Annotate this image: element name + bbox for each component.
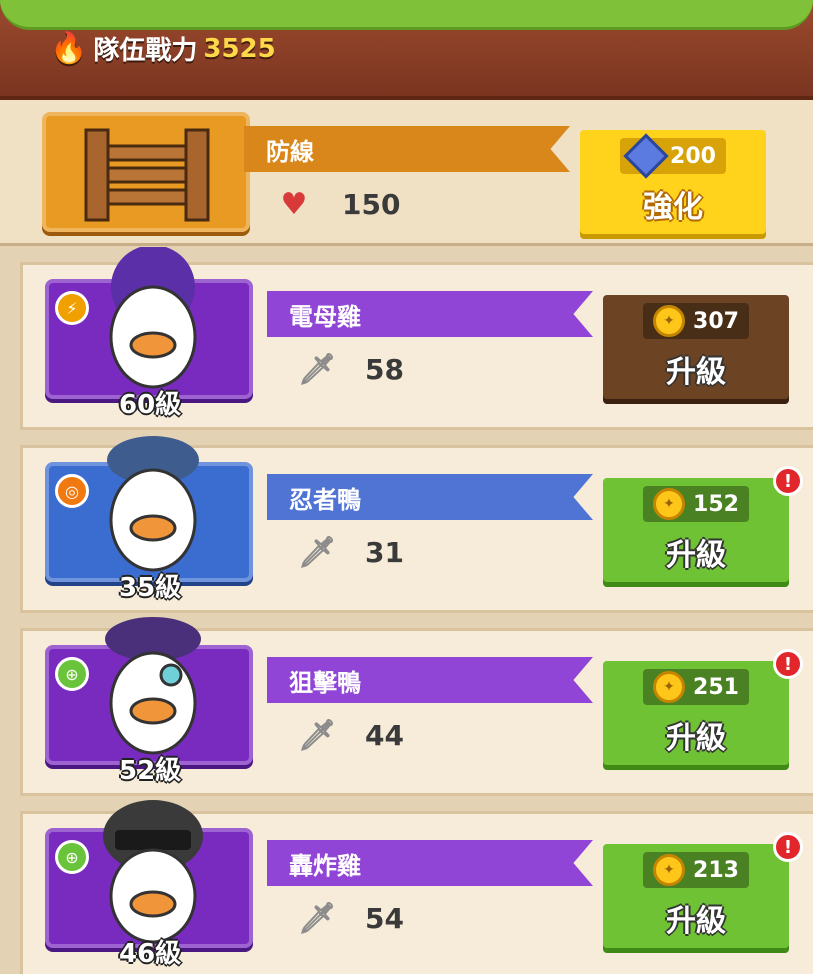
unit-attack-value: 31 <box>365 535 404 569</box>
unit-name-ribbon: 狙擊鴨 <box>267 657 593 703</box>
strengthen-label: 強化 <box>643 190 703 225</box>
upgrade-label: 升級 <box>666 355 726 390</box>
upgrade-cost-value: 307 <box>693 308 739 334</box>
unit-card-electric-hen: ⚡ 60級 電母雞 🗡 58 ✦ 307 升級 <box>20 247 813 430</box>
unit-name: 忍者鴨 <box>289 486 361 514</box>
unit-level: 46級 <box>119 939 182 969</box>
team-power-label: 隊伍戰力 <box>93 36 198 66</box>
unit-portrait[interactable]: ⚡ 60級 <box>45 247 253 420</box>
unit-card-ninja-duck: ◎ 35級 忍者鴨 🗡 31 ! ✦ 152 升級 <box>20 436 813 613</box>
unit-name: 轟炸雞 <box>289 852 361 880</box>
unit-stat: 🗡 44 <box>297 717 404 753</box>
sword-icon: 🗡 <box>297 717 337 753</box>
upgrade-button[interactable]: ! ✦ 251 升級 <box>603 649 803 765</box>
unit-portrait[interactable]: ⊕ 46級 <box>45 800 253 969</box>
strengthen-cost-value: 200 <box>670 143 716 169</box>
bomber-hen-avatar <box>103 800 203 944</box>
unit-level: 60級 <box>119 390 182 420</box>
upgrade-label: 升級 <box>666 721 726 756</box>
vortex-badge-icon: ◎ <box>55 474 89 508</box>
alert-icon: ! <box>773 466 803 496</box>
unit-attack-value: 54 <box>365 901 404 935</box>
coin-icon: ✦ <box>653 671 686 703</box>
unit-stat: 🗡 58 <box>297 351 404 387</box>
unit-list[interactable]: 防線 ♥ 150 200 強化 ⚡ 60級 電母雞 🗡 58 ✦ 307 升級 … <box>0 100 813 974</box>
sniper-duck-avatar <box>105 617 201 755</box>
unit-portrait[interactable]: ◎ 35級 <box>45 436 253 603</box>
ninja-duck-avatar <box>107 436 199 572</box>
grass-border <box>0 0 813 30</box>
upgrade-cost: ✦ 152 <box>643 486 749 522</box>
unit-name-ribbon: 電母雞 <box>267 291 593 337</box>
upgrade-button[interactable]: ! ✦ 213 升級 <box>603 832 803 948</box>
strengthen-cost: 200 <box>620 133 726 179</box>
sword-icon: 🗡 <box>297 351 337 387</box>
gem-icon <box>623 133 669 179</box>
electric-hen-avatar <box>109 247 197 389</box>
fence-hp-value: 150 <box>342 187 401 221</box>
fence-row: 防線 ♥ 150 200 強化 <box>0 100 813 246</box>
fence-name-ribbon: 防線 <box>244 126 570 172</box>
lightning-badge-icon: ⚡ <box>55 291 89 325</box>
crosshair-badge-icon: ⊕ <box>55 840 89 874</box>
crosshair-badge-icon: ⊕ <box>55 657 89 691</box>
unit-attack-value: 58 <box>365 352 404 386</box>
alert-icon: ! <box>773 832 803 862</box>
fence-icon <box>84 128 210 222</box>
coin-icon: ✦ <box>653 854 686 886</box>
upgrade-label: 升級 <box>666 904 726 939</box>
upgrade-cost: ✦ 251 <box>643 669 749 705</box>
unit-card-sniper-duck: ⊕ 52級 狙擊鴨 🗡 44 ! ✦ 251 升級 <box>20 617 813 796</box>
upgrade-label: 升級 <box>666 538 726 573</box>
team-header: 🔥 隊伍戰力 3525 <box>0 0 813 100</box>
coin-icon: ✦ <box>653 305 686 337</box>
upgrade-cost: ✦ 307 <box>643 303 749 339</box>
upgrade-button[interactable]: ✦ 307 升級 <box>603 295 789 399</box>
fence-name: 防線 <box>266 138 314 166</box>
unit-stat: 🗡 54 <box>297 900 404 936</box>
unit-name-ribbon: 轟炸雞 <box>267 840 593 886</box>
unit-attack-value: 44 <box>365 718 404 752</box>
unit-name: 電母雞 <box>289 303 361 331</box>
unit-level: 52級 <box>119 756 182 786</box>
coin-icon: ✦ <box>653 488 686 520</box>
upgrade-cost-value: 213 <box>693 857 739 883</box>
upgrade-cost-value: 152 <box>693 491 739 517</box>
unit-portrait[interactable]: ⊕ 52級 <box>45 617 253 786</box>
unit-name-ribbon: 忍者鴨 <box>267 474 593 520</box>
unit-name: 狙擊鴨 <box>289 669 361 697</box>
fire-icon: 🔥 <box>50 31 88 66</box>
unit-level: 35級 <box>119 573 182 603</box>
fence-portrait[interactable] <box>42 112 250 232</box>
sword-icon: 🗡 <box>297 900 337 936</box>
upgrade-cost: ✦ 213 <box>643 852 749 888</box>
heart-icon: ♥ <box>280 186 308 222</box>
sword-icon: 🗡 <box>297 534 337 570</box>
fence-stat: ♥ 150 <box>276 186 401 222</box>
team-power: 🔥 隊伍戰力 3525 <box>50 30 276 67</box>
upgrade-button[interactable]: ! ✦ 152 升級 <box>603 466 803 582</box>
unit-stat: 🗡 31 <box>297 534 404 570</box>
strengthen-button[interactable]: 200 強化 <box>580 130 766 234</box>
upgrade-cost-value: 251 <box>693 674 739 700</box>
unit-card-bomber-hen: ⊕ 46級 轟炸雞 🗡 54 ! ✦ 213 升級 <box>20 800 813 974</box>
alert-icon: ! <box>773 649 803 679</box>
team-power-value: 3525 <box>203 33 276 64</box>
